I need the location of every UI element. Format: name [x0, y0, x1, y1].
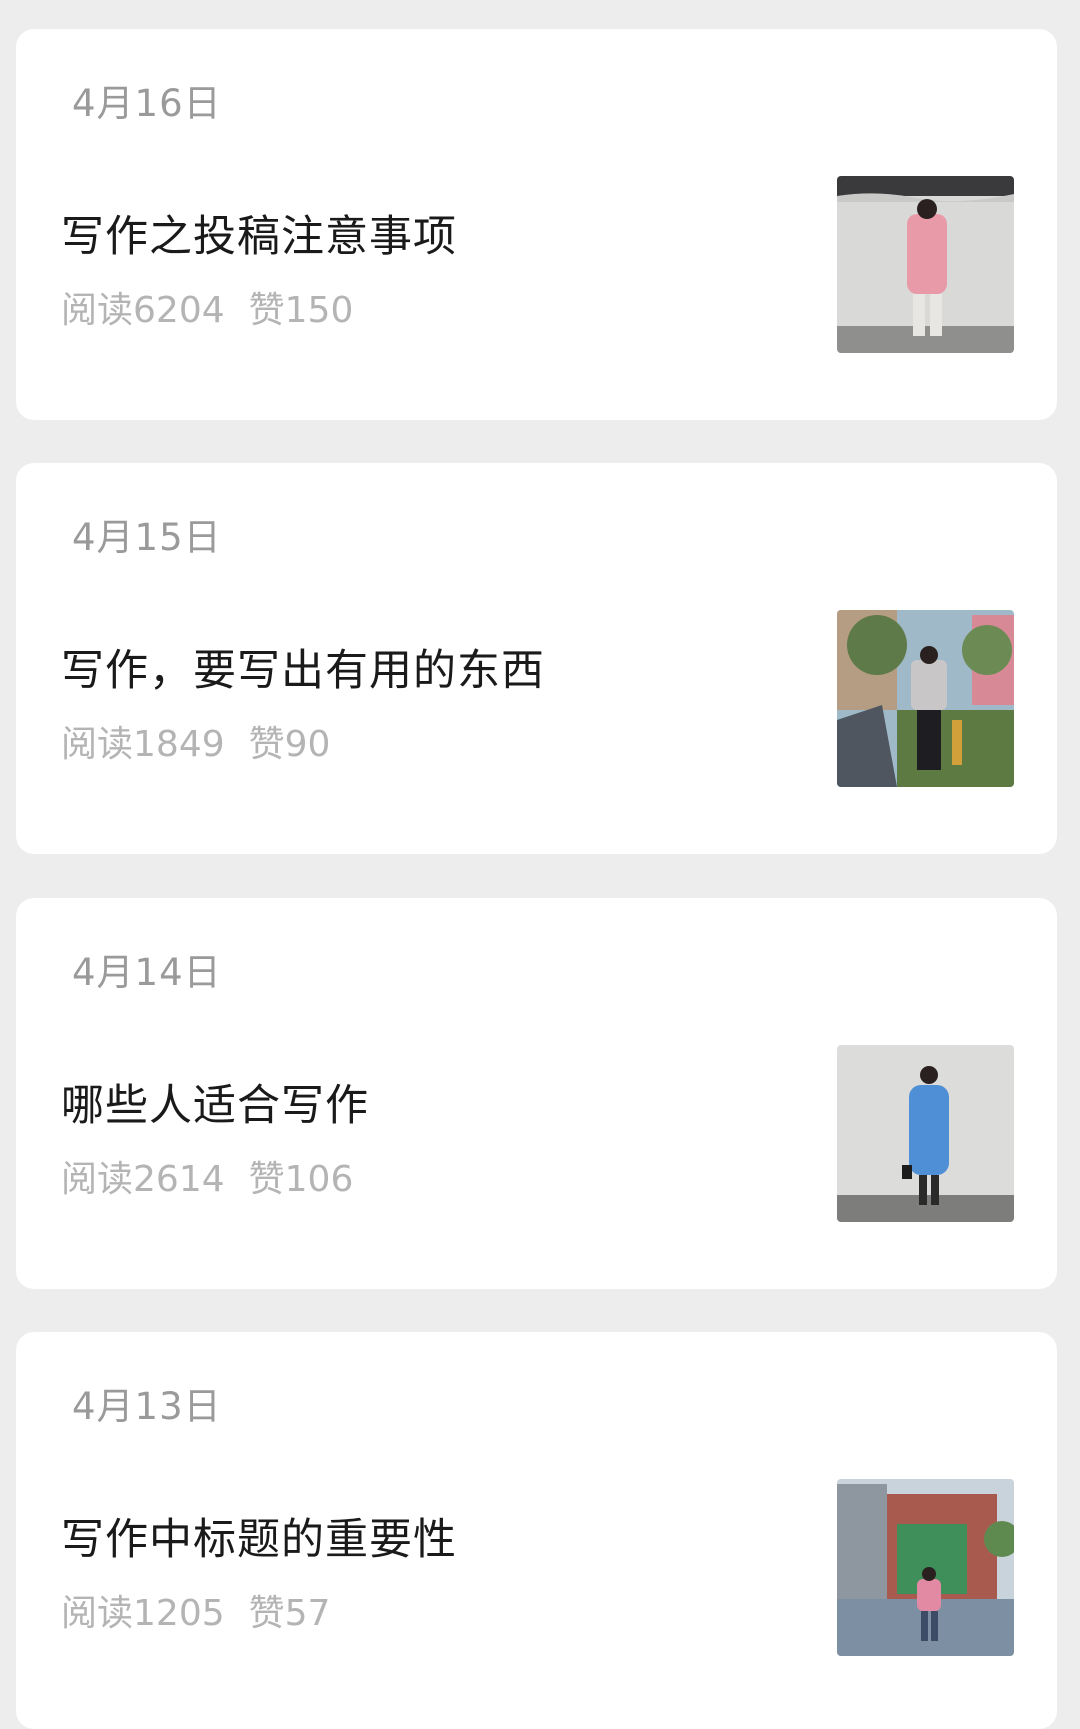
- article-card[interactable]: 4月15日 写作，要写出有用的东西 阅读1849 赞90: [16, 463, 1057, 854]
- article-date: 4月15日: [72, 516, 222, 559]
- article-card[interactable]: 4月14日 哪些人适合写作 阅读2614 赞106: [16, 898, 1057, 1289]
- photo-woman-street-trees: [837, 610, 1014, 787]
- reads-label: 阅读: [61, 724, 134, 765]
- likes-count: 150: [284, 290, 354, 331]
- article-feed: 4月16日 写作之投稿注意事项 阅读6204 赞150 4月15日 写作，要写出有…: [0, 0, 1080, 1729]
- reads-count: 2614: [133, 1159, 225, 1200]
- article-stats: 阅读1205 赞57: [61, 1584, 330, 1636]
- article-date: 4月13日: [72, 1385, 222, 1428]
- article-stats: 阅读2614 赞106: [61, 1150, 353, 1202]
- article-card[interactable]: 4月13日 写作中标题的重要性 阅读1205 赞57: [16, 1332, 1057, 1729]
- article-thumbnail[interactable]: [837, 610, 1014, 787]
- article-title[interactable]: 写作，要写出有用的东西: [61, 636, 545, 698]
- likes-count: 57: [284, 1593, 331, 1634]
- article-thumbnail[interactable]: [837, 1479, 1014, 1656]
- article-date: 4月16日: [72, 82, 222, 125]
- reads-label: 阅读: [61, 1159, 134, 1200]
- reads-count: 6204: [133, 290, 225, 331]
- article-date: 4月14日: [72, 951, 222, 994]
- likes-count: 90: [284, 724, 331, 765]
- photo-woman-blue-dress-wall: [837, 1045, 1014, 1222]
- article-stats: 阅读6204 赞150: [61, 281, 353, 333]
- article-title[interactable]: 写作之投稿注意事项: [61, 202, 457, 264]
- reads-count: 1205: [133, 1593, 225, 1634]
- reads-count: 1849: [133, 724, 225, 765]
- likes-count: 106: [284, 1159, 354, 1200]
- reads-label: 阅读: [61, 290, 134, 331]
- likes-label: 赞: [248, 1593, 285, 1634]
- likes-label: 赞: [248, 1159, 285, 1200]
- likes-label: 赞: [248, 724, 285, 765]
- photo-woman-pink-hoodie-wall: [837, 176, 1014, 353]
- article-title[interactable]: 写作中标题的重要性: [61, 1505, 457, 1567]
- photo-woman-plaza-building: [837, 1479, 1014, 1656]
- article-thumbnail[interactable]: [837, 1045, 1014, 1222]
- reads-label: 阅读: [61, 1593, 134, 1634]
- likes-label: 赞: [248, 290, 285, 331]
- article-thumbnail[interactable]: [837, 176, 1014, 353]
- article-stats: 阅读1849 赞90: [61, 715, 330, 767]
- article-title[interactable]: 哪些人适合写作: [61, 1071, 369, 1133]
- article-card[interactable]: 4月16日 写作之投稿注意事项 阅读6204 赞150: [16, 29, 1057, 420]
